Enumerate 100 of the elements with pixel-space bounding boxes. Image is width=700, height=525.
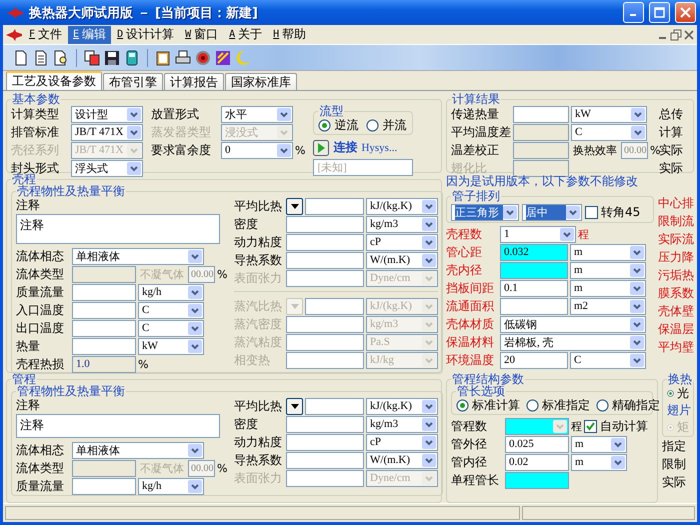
minimize-button[interactable] xyxy=(623,2,644,23)
dropdown[interactable]: C xyxy=(570,352,646,368)
document-search-icon[interactable] xyxy=(53,50,69,66)
dropdown[interactable]: m xyxy=(571,436,627,452)
radio-option[interactable]: 光 xyxy=(667,385,689,402)
comment-field[interactable]: 注释 xyxy=(16,414,220,438)
dropdown[interactable]: 浮头式 xyxy=(71,160,143,176)
checkbox[interactable]: 自动计算 xyxy=(584,418,648,434)
maximize-button[interactable] xyxy=(649,2,670,23)
dropdown[interactable]: cP xyxy=(366,234,438,250)
text-field[interactable] xyxy=(72,478,136,494)
menu-item[interactable]: H 帮助 xyxy=(268,26,312,44)
comment-field[interactable]: 注释 xyxy=(16,214,220,244)
text-field[interactable] xyxy=(305,298,364,314)
dropdown[interactable]: W/(m.K) xyxy=(366,252,438,268)
text-field[interactable] xyxy=(500,262,568,278)
dropdown[interactable]: kW xyxy=(571,106,647,122)
text-document-icon[interactable] xyxy=(33,50,49,66)
dropdown[interactable]: 单相液体 xyxy=(72,248,204,264)
radio-option[interactable]: 标准指定 xyxy=(526,397,590,414)
dropdown[interactable]: C xyxy=(571,124,647,140)
text-field[interactable] xyxy=(286,334,364,350)
menu-item[interactable]: D 设计计算 xyxy=(112,26,180,44)
dropdown[interactable]: 低碳钢 xyxy=(500,316,646,332)
text-field[interactable] xyxy=(72,302,136,318)
text-field[interactable] xyxy=(286,470,364,486)
text-field[interactable] xyxy=(513,106,569,122)
radio-option[interactable]: 并流 xyxy=(366,117,406,134)
text-field[interactable] xyxy=(305,198,364,214)
dropdown[interactable]: kJ/(kg.K) xyxy=(366,398,438,414)
dropdown[interactable]: m xyxy=(571,454,627,470)
dropdown[interactable]: kg/m3 xyxy=(366,416,438,432)
dropdown[interactable]: 1 xyxy=(500,226,576,242)
document-icon[interactable] xyxy=(13,50,29,66)
close-icon[interactable] xyxy=(683,28,695,40)
dropdown[interactable]: 居中 xyxy=(522,204,582,220)
radio-option[interactable]: 精确指定 xyxy=(596,397,660,414)
calculator-icon[interactable] xyxy=(124,50,140,66)
text-field[interactable] xyxy=(286,216,364,232)
pattern-icon[interactable] xyxy=(215,50,231,66)
dropdown[interactable]: C xyxy=(138,302,204,318)
dropdown[interactable]: kg/h xyxy=(138,478,204,494)
text-field[interactable] xyxy=(286,416,364,432)
dropdown-button[interactable] xyxy=(286,398,303,414)
target-icon[interactable] xyxy=(195,50,211,66)
dropdown[interactable]: kJ/(kg.K) xyxy=(366,198,438,214)
dropdown[interactable]: m xyxy=(570,244,646,260)
menu-item[interactable]: E 编辑 xyxy=(68,26,112,44)
tab[interactable]: 计算报告 xyxy=(164,73,224,90)
dropdown[interactable]: cP xyxy=(366,434,438,450)
menu-item[interactable]: W 窗口 xyxy=(180,26,224,44)
dropdown[interactable]: C xyxy=(138,320,204,336)
text-field[interactable]: 20 xyxy=(500,352,568,368)
dropdown[interactable]: kW xyxy=(138,338,204,354)
menu-item[interactable]: A 关于 xyxy=(224,26,268,44)
save-icon[interactable] xyxy=(104,50,120,66)
checkbox[interactable]: 转角45 xyxy=(585,204,640,220)
menu-item[interactable]: F 文件 xyxy=(24,26,68,44)
text-field[interactable]: 0.025 xyxy=(505,436,569,452)
text-field[interactable] xyxy=(505,472,569,488)
text-field[interactable] xyxy=(286,270,364,286)
connect-button[interactable]: 连接 xyxy=(313,139,358,156)
dropdown[interactable]: 正三角形 xyxy=(451,204,519,220)
close-button[interactable] xyxy=(675,2,696,23)
radio-option[interactable]: 标准计算 xyxy=(456,397,520,414)
printer-icon[interactable] xyxy=(175,50,191,66)
clipboard-icon[interactable] xyxy=(155,50,171,66)
dropdown[interactable]: kg/m3 xyxy=(366,216,438,232)
dropdown[interactable]: kg/h xyxy=(138,284,204,300)
dropdown[interactable]: m xyxy=(570,262,646,278)
text-field[interactable]: 0.1 xyxy=(500,280,568,296)
dropdown[interactable]: 水平 xyxy=(221,106,293,122)
dropdown[interactable]: 岩棉板, 壳 xyxy=(500,334,646,350)
text-field[interactable] xyxy=(286,352,364,368)
dropdown[interactable]: JB/T 471X xyxy=(71,124,143,140)
text-field[interactable] xyxy=(500,298,568,314)
tab[interactable]: 工艺及设备参数 xyxy=(6,71,102,90)
dropdown[interactable]: W/(m.K) xyxy=(366,452,438,468)
dropdown[interactable]: m xyxy=(570,280,646,296)
text-field[interactable] xyxy=(286,452,364,468)
dropdown[interactable]: m2 xyxy=(570,298,646,314)
text-field[interactable] xyxy=(286,316,364,332)
dropdown[interactable] xyxy=(505,418,569,434)
tab[interactable]: 国家标准库 xyxy=(225,73,297,90)
radio-option[interactable]: 逆流 xyxy=(318,117,358,134)
dropdown[interactable]: 0 xyxy=(221,142,293,158)
tab[interactable]: 布管引擎 xyxy=(103,73,163,90)
dropdown-button[interactable] xyxy=(286,198,303,214)
text-field[interactable] xyxy=(72,284,136,300)
text-field[interactable] xyxy=(305,398,364,414)
restore-icon[interactable] xyxy=(670,28,682,40)
dropdown[interactable]: 单相液体 xyxy=(72,442,204,458)
text-field[interactable] xyxy=(72,338,136,354)
text-field[interactable]: 0.032 xyxy=(500,244,568,260)
text-field[interactable] xyxy=(286,234,364,250)
text-field[interactable] xyxy=(72,320,136,336)
copy-icon[interactable] xyxy=(84,50,100,66)
text-field[interactable]: 0.02 xyxy=(505,454,569,470)
text-field[interactable] xyxy=(286,252,364,268)
text-field[interactable] xyxy=(286,434,364,450)
